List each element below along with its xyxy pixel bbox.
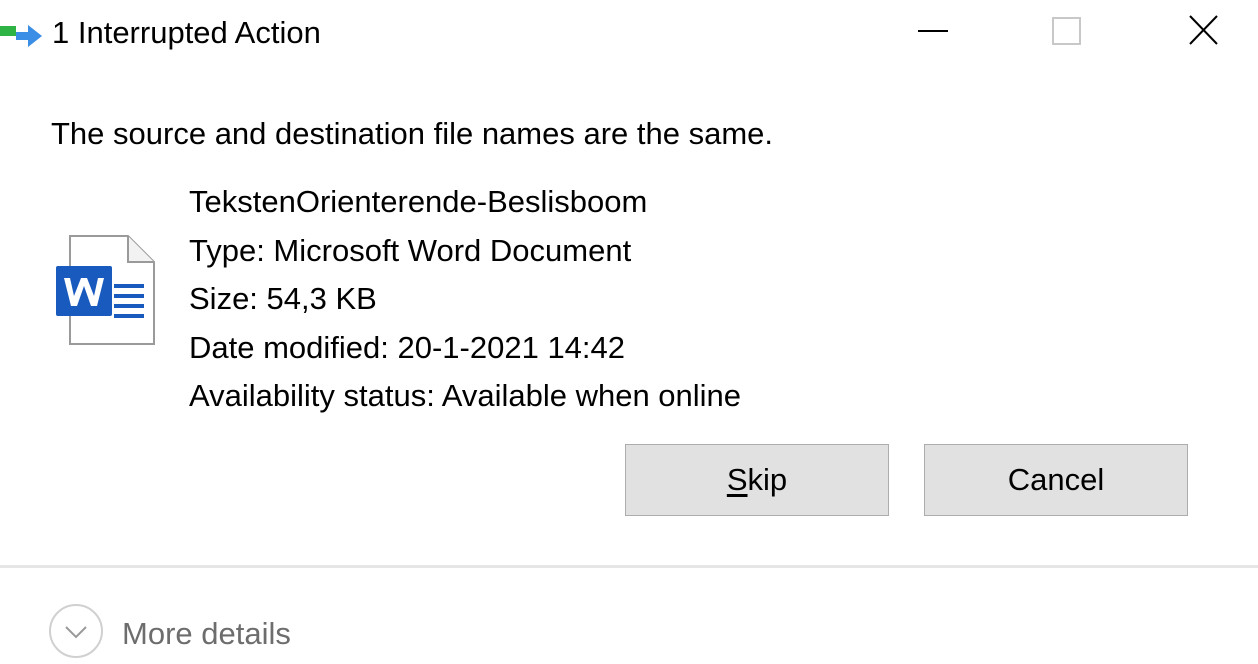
window-title: 1 Interrupted Action [52, 15, 321, 50]
file-date-modified: Date modified: 20-1-2021 14:42 [189, 329, 626, 365]
cancel-button[interactable]: Cancel [924, 444, 1188, 516]
skip-label: kip [747, 462, 788, 497]
maximize-button[interactable] [1026, 0, 1106, 66]
dialog-message: The source and destination file names ar… [51, 116, 774, 151]
skip-mnemonic: S [726, 462, 748, 497]
file-move-icon [0, 25, 42, 47]
close-icon [1189, 15, 1218, 45]
minimize-button[interactable] [893, 0, 973, 66]
minimize-icon [918, 30, 948, 32]
title-bar: 1 Interrupted Action [0, 0, 1258, 66]
file-name: TekstenOrienterende-Beslisboom [189, 184, 648, 219]
file-details: TekstenOrienterende-Beslisboom Type: Mic… [189, 178, 741, 421]
skip-button[interactable]: Skip [625, 444, 889, 516]
more-details-label: More details [122, 616, 291, 651]
footer-divider [0, 565, 1258, 568]
file-type: Type: Microsoft Word Document [189, 232, 632, 268]
file-size: Size: 54,3 KB [189, 281, 377, 316]
word-document-icon [56, 235, 155, 345]
chevron-down-icon [49, 604, 103, 658]
file-availability: Availability status: Available when onli… [189, 378, 742, 413]
close-button[interactable] [1162, 0, 1242, 66]
maximize-icon [1052, 17, 1081, 45]
